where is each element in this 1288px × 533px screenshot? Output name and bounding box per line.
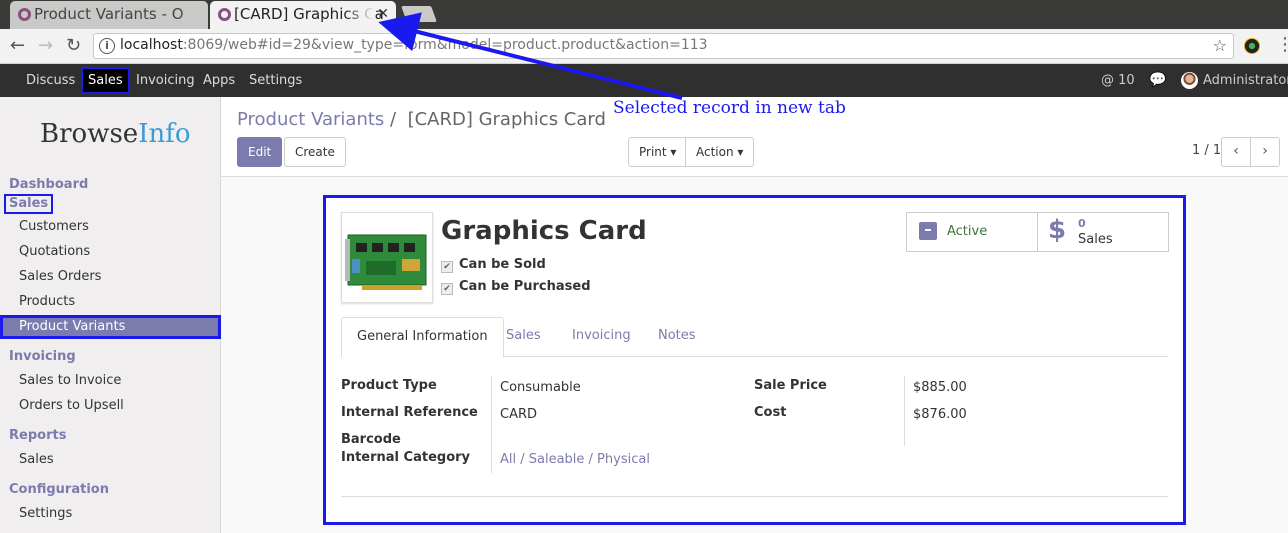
menu-settings[interactable]: Settings xyxy=(249,64,302,97)
sidebar-item-sales-orders[interactable]: Sales Orders xyxy=(19,269,101,284)
can-be-purchased-checkbox[interactable]: ✔ Can be Purchased xyxy=(441,279,591,295)
can-be-sold-checkbox[interactable]: ✔ Can be Sold xyxy=(441,257,546,273)
bookmark-star-icon[interactable]: ☆ xyxy=(1213,36,1227,55)
create-button[interactable]: Create xyxy=(284,137,346,167)
print-dropdown[interactable]: Print ▾ xyxy=(628,137,688,167)
field-label-sale-price: Sale Price xyxy=(754,378,827,393)
check-icon: ✔ xyxy=(441,261,453,273)
url-path: :8069/web#id=29&view_type=form&model=pro… xyxy=(182,37,708,53)
field-value-cost[interactable]: $876.00 xyxy=(913,407,967,422)
forward-arrow-icon[interactable]: → xyxy=(38,35,53,56)
product-image[interactable] xyxy=(341,212,433,303)
sidebar-item-reports-sales[interactable]: Sales xyxy=(19,452,54,467)
url-host: localhost xyxy=(120,37,183,53)
field-label-cost: Cost xyxy=(754,405,787,420)
sidebar-header-sales[interactable]: Sales xyxy=(4,194,54,214)
sidebar-item-products[interactable]: Products xyxy=(19,294,75,309)
edit-button[interactable]: Edit xyxy=(237,137,283,167)
sidebar-header-invoicing[interactable]: Invoicing xyxy=(9,349,76,364)
field-label-product-type: Product Type xyxy=(341,378,437,393)
annotation-label: Selected record in new tab xyxy=(613,98,846,118)
menu-sales[interactable]: Sales xyxy=(81,67,130,94)
tab-general-information[interactable]: General Information xyxy=(341,317,504,358)
active-toggle-button[interactable]: Active xyxy=(907,213,1038,251)
form-divider xyxy=(341,496,1168,497)
sidebar-item-quotations[interactable]: Quotations xyxy=(19,244,90,259)
pager-next-button[interactable]: › xyxy=(1250,137,1280,167)
sidebar: BrowseInfo Dashboard Sales Customers Quo… xyxy=(0,97,221,533)
app-top-navbar: Discuss Sales Invoicing Apps Settings @ … xyxy=(0,64,1288,121)
browser-tab-product-variants[interactable]: Product Variants - O xyxy=(10,1,208,29)
field-value-internal-category[interactable]: All / Saleable / Physical xyxy=(500,452,650,467)
odoo-favicon-icon xyxy=(218,8,231,21)
mentions-counter[interactable]: @ 10 xyxy=(1101,64,1135,97)
stat-buttons: Active $ 0 Sales xyxy=(906,212,1169,252)
browser-menu-icon[interactable]: ⋮ xyxy=(1276,34,1288,55)
tab-title: Product Variants - O xyxy=(34,5,184,23)
close-tab-icon[interactable]: ✕ xyxy=(377,1,389,27)
user-name: Administrator xyxy=(1203,73,1288,88)
sidebar-item-dashboard[interactable]: Dashboard xyxy=(9,177,88,192)
action-dropdown[interactable]: Action ▾ xyxy=(685,137,755,167)
sidebar-item-sales-to-invoice[interactable]: Sales to Invoice xyxy=(19,373,121,388)
menu-apps[interactable]: Apps xyxy=(203,64,235,97)
form-sheet: Graphics Card ✔ Can be Sold ✔ Can be Purch… xyxy=(323,195,1186,525)
sales-stat-button[interactable]: $ 0 Sales xyxy=(1038,213,1168,251)
menu-discuss[interactable]: Discuss xyxy=(26,64,75,97)
sidebar-item-orders-to-upsell[interactable]: Orders to Upsell xyxy=(19,398,124,413)
url-input[interactable]: i localhost:8069/web#id=29&view_type=for… xyxy=(93,33,1234,59)
browseinfo-logo: BrowseInfo xyxy=(40,119,191,149)
breadcrumb-current: [CARD] Graphics Card xyxy=(407,109,606,130)
field-value-sale-price[interactable]: $885.00 xyxy=(913,380,967,395)
tab-invoicing[interactable]: Invoicing xyxy=(557,317,646,357)
product-name[interactable]: Graphics Card xyxy=(441,216,647,246)
breadcrumb-parent[interactable]: Product Variants xyxy=(237,109,384,130)
avatar[interactable] xyxy=(1181,72,1198,89)
extension-icon[interactable] xyxy=(1244,38,1260,54)
new-tab-button[interactable] xyxy=(401,6,437,22)
check-icon: ✔ xyxy=(441,283,453,295)
archive-icon xyxy=(919,222,937,240)
pager-previous-button[interactable]: ‹ xyxy=(1221,137,1251,167)
field-label-internal-reference: Internal Reference xyxy=(341,405,478,420)
chat-bubble-icon[interactable]: 💬 xyxy=(1149,64,1166,97)
sidebar-header-reports[interactable]: Reports xyxy=(9,428,66,443)
pager-value: 1 / 1 xyxy=(1192,143,1222,158)
browser-tab-bar: Product Variants - O [CARD] Graphics Ca … xyxy=(0,0,1288,29)
field-label-barcode: Barcode xyxy=(341,432,401,447)
tab-notes[interactable]: Notes xyxy=(643,317,711,357)
back-arrow-icon[interactable]: ← xyxy=(10,35,25,56)
browser-address-bar: ← → ↻ i localhost:8069/web#id=29&view_ty… xyxy=(0,29,1288,64)
sidebar-item-settings[interactable]: Settings xyxy=(19,506,72,521)
dollar-icon: $ xyxy=(1048,215,1067,245)
field-label-internal-category: Internal Category xyxy=(341,450,471,465)
field-value-internal-reference[interactable]: CARD xyxy=(500,407,537,422)
breadcrumb: Product Variants / [CARD] Graphics Card xyxy=(237,109,606,130)
sidebar-item-product-variants[interactable]: Product Variants xyxy=(0,315,221,339)
sidebar-header-configuration[interactable]: Configuration xyxy=(9,482,109,497)
user-menu[interactable]: Administrator ▾ xyxy=(1203,64,1288,121)
reload-icon[interactable]: ↻ xyxy=(66,35,81,56)
notebook-tabs: General Information Sales Invoicing Note… xyxy=(341,317,1168,358)
tab-sales[interactable]: Sales xyxy=(491,317,556,357)
browser-tab-graphics-card[interactable]: [CARD] Graphics Ca ✕ xyxy=(210,1,396,29)
info-icon[interactable]: i xyxy=(99,38,115,54)
main-content: Product Variants / [CARD] Graphics Card … xyxy=(221,97,1288,533)
field-value-product-type[interactable]: Consumable xyxy=(500,380,581,395)
sidebar-item-customers[interactable]: Customers xyxy=(19,219,89,234)
odoo-favicon-icon xyxy=(18,8,31,21)
menu-invoicing[interactable]: Invoicing xyxy=(136,64,195,97)
